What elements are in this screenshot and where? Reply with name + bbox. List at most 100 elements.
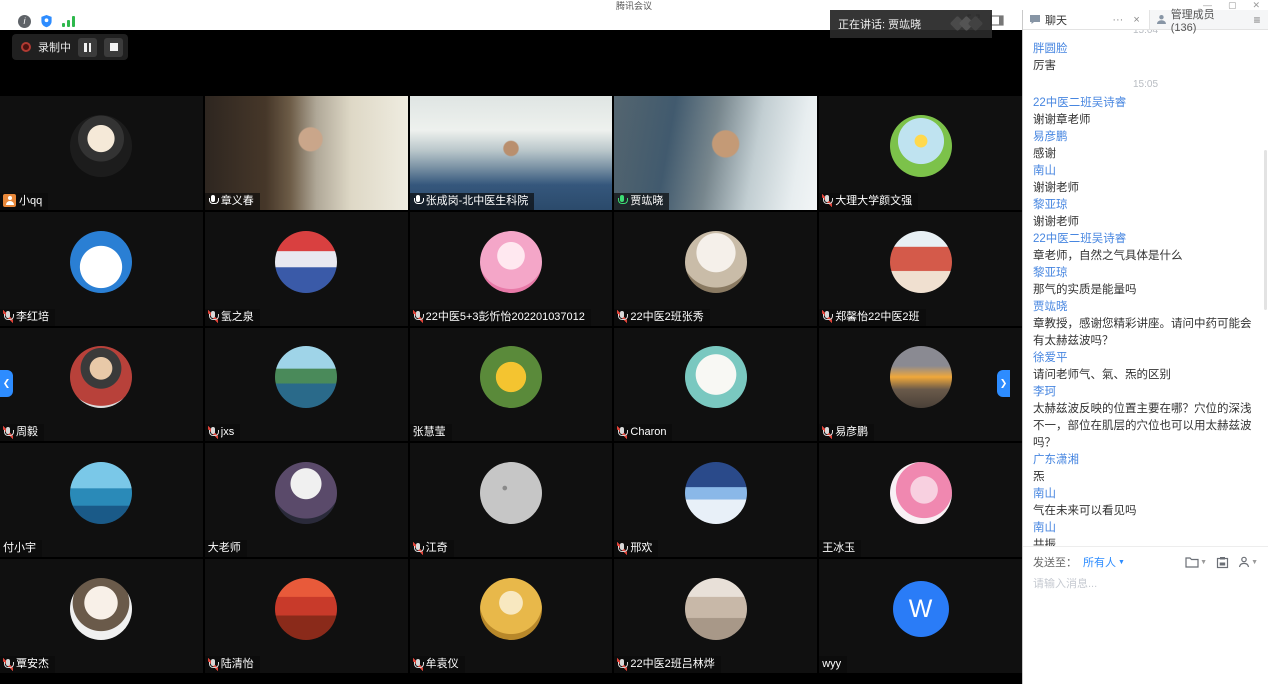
participant-nameplate: 大理大学颜文强 (819, 193, 918, 210)
tab-chat[interactable]: 聊天 ··· × (1023, 10, 1150, 29)
message-tools: ▼ ▼ (1185, 556, 1258, 569)
participant-tile[interactable]: 22中医5+3彭忻怡202201037012 (410, 212, 613, 326)
participant-tile[interactable]: 郑馨怡22中医2班 (819, 212, 1022, 326)
participant-name: 王冰玉 (822, 541, 855, 555)
participant-media (480, 346, 542, 408)
participant-tile[interactable]: 江奇 (410, 443, 613, 557)
participant-tile[interactable]: 邢欢 (614, 443, 817, 557)
minimize-button[interactable]: — (1203, 0, 1212, 11)
participant-nameplate: 氢之泉 (205, 309, 260, 326)
chat-close-button[interactable]: × (1130, 14, 1142, 26)
participant-tile[interactable]: Charon (614, 328, 817, 442)
mic-status-icon (822, 310, 832, 323)
message-text: 太赫兹波反映的位置主要在哪？穴位的深浅不一，部位在肌层的穴位也可以用太赫兹波吗？ (1033, 401, 1258, 452)
participant-nameplate: 张慧莹 (410, 424, 452, 441)
stop-recording-button[interactable] (104, 38, 123, 57)
participant-tile[interactable]: 张成岗-北中医生科院 (410, 96, 613, 210)
close-button[interactable]: ✕ (1252, 0, 1260, 11)
shield-icon[interactable] (40, 14, 53, 28)
participant-tile[interactable]: 牟袁仪 (410, 559, 613, 673)
stop-icon (110, 43, 118, 51)
mic-status-icon (208, 310, 218, 323)
participant-tile[interactable]: 易彦鹏 (819, 328, 1022, 442)
participant-media (70, 115, 132, 177)
message-sender: 贾竑晓 (1033, 299, 1258, 316)
participant-nameplate: 覃安杰 (0, 656, 55, 673)
signal-icon[interactable] (62, 16, 75, 27)
participant-tile[interactable]: 陆清怡 (205, 559, 408, 673)
mic-status-icon (3, 194, 16, 207)
participant-tile[interactable]: 大理大学颜文强 (819, 96, 1022, 210)
info-icon[interactable]: i (18, 15, 31, 28)
chat-more-button[interactable]: ··· (1109, 14, 1126, 26)
chat-message-input[interactable] (1033, 578, 1258, 590)
message-text: 共振 (1033, 537, 1258, 546)
chat-message: 胖圆脸 厉害 (1033, 41, 1258, 75)
message-text: 谢谢章老师 (1033, 112, 1258, 129)
participant-tile[interactable]: 王冰玉 (819, 443, 1022, 557)
participant-tile[interactable]: jxs (205, 328, 408, 442)
participant-name: wyy (822, 657, 841, 671)
participant-tile[interactable]: 22中医2班吕林烨 (614, 559, 817, 673)
participant-nameplate: 22中医5+3彭忻怡202201037012 (410, 309, 591, 326)
layout-icon[interactable] (990, 14, 1004, 27)
participant-nameplate: wyy (819, 656, 847, 673)
recording-label: 录制中 (38, 39, 71, 55)
participant-nameplate: 周毅 (0, 424, 44, 441)
chat-message-list[interactable]: 15:04 胖圆脸 厉害 15:05 22中医二班吴诗睿 谢谢章老师 (1023, 30, 1268, 546)
participant-tile[interactable]: 付小宇 (0, 443, 203, 557)
record-dot-icon (21, 42, 31, 52)
chat-message: 南山 谢谢老师 (1033, 163, 1258, 197)
previous-page-button[interactable]: ❮ (0, 370, 13, 397)
send-to-value: 所有人 (1083, 554, 1116, 570)
chat-history-folder-icon[interactable]: ▼ (1185, 556, 1207, 568)
chat-bubble-icon (1029, 14, 1041, 25)
next-page-button[interactable]: ❯ (997, 370, 1010, 397)
participant-tile[interactable]: 氢之泉 (205, 212, 408, 326)
chat-message: 22中医二班吴诗睿 谢谢章老师 (1033, 95, 1258, 129)
participant-nameplate: 江奇 (410, 540, 454, 557)
participant-tile[interactable]: 章义春 (205, 96, 408, 210)
participant-tile[interactable]: 覃安杰 (0, 559, 203, 673)
participant-tile[interactable]: 贾竑晓 (614, 96, 817, 210)
participant-tile[interactable]: 张慧莹 (410, 328, 613, 442)
participant-name: Charon (630, 425, 666, 439)
participant-tile[interactable]: 大老师 (205, 443, 408, 557)
chat-message: 南山 气在未来可以看见吗 (1033, 486, 1258, 520)
participant-tile[interactable]: 李红培 (0, 212, 203, 326)
participant-nameplate: 郑馨怡22中医2班 (819, 309, 925, 326)
screenshot-icon[interactable] (1216, 556, 1229, 569)
panel-menu-button[interactable]: ≡ (1246, 10, 1268, 29)
participant-name: 江奇 (426, 541, 448, 555)
participant-name: 大老师 (208, 541, 241, 555)
maximize-button[interactable]: ▢ (1228, 0, 1237, 11)
tab-chat-label: 聊天 (1045, 12, 1067, 28)
participant-media (480, 578, 542, 640)
message-sender: 李珂 (1033, 384, 1258, 401)
participant-nameplate: 陆清怡 (205, 656, 260, 673)
member-select-icon[interactable]: ▼ (1238, 556, 1258, 568)
participant-tile[interactable]: 22中医2班张秀 (614, 212, 817, 326)
participant-media (70, 346, 132, 408)
participant-tile[interactable]: 小qq (0, 96, 203, 210)
mic-status-icon (3, 310, 13, 323)
mic-status-icon (617, 426, 627, 439)
participant-media (480, 462, 542, 524)
message-text: 请问老师气、氣、炁的区别 (1033, 367, 1258, 384)
participant-tile[interactable]: W wyy (819, 559, 1022, 673)
participant-name: 22中医2班张秀 (630, 310, 703, 324)
mic-status-icon (413, 194, 423, 207)
chat-panel: 聊天 ··· × 管理成员(136) ≡ 15:04 胖圆脸 (1022, 10, 1268, 684)
pause-recording-button[interactable] (78, 38, 97, 57)
tab-manage-members[interactable]: 管理成员(136) (1150, 10, 1246, 29)
chat-scrollbar[interactable] (1264, 150, 1267, 310)
window-controls: — ▢ ✕ (1203, 0, 1260, 11)
message-text: 谢谢老师 (1033, 214, 1258, 231)
send-to-selector[interactable]: 所有人 ▼ (1083, 554, 1125, 570)
participant-name: 22中医2班吕林烨 (630, 657, 714, 671)
chat-message: 黎亚琼 谢谢老师 (1033, 197, 1258, 231)
participant-media (685, 231, 747, 293)
participant-tile[interactable]: 周毅 (0, 328, 203, 442)
meeting-logo-icon (950, 15, 984, 33)
participant-nameplate: 22中医2班吕林烨 (614, 656, 720, 673)
